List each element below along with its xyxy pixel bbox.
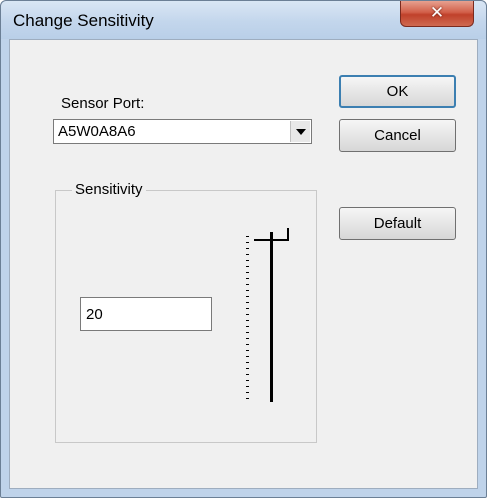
- sensor-port-label: Sensor Port:: [61, 95, 145, 112]
- cancel-button[interactable]: Cancel: [339, 119, 456, 152]
- slider-ticks: [246, 236, 249, 400]
- chevron-down-icon: [295, 128, 306, 135]
- slider-thumb[interactable]: [254, 228, 289, 241]
- sensor-port-dropdown[interactable]: A5W0A8A6: [53, 119, 312, 144]
- close-icon: ✕: [429, 3, 445, 23]
- close-button[interactable]: ✕: [400, 1, 474, 27]
- title-bar[interactable]: Change Sensitivity ✕: [1, 1, 486, 39]
- sensitivity-group-label: Sensitivity: [72, 181, 146, 198]
- slider-track: [270, 232, 273, 402]
- default-button[interactable]: Default: [339, 207, 456, 240]
- change-sensitivity-dialog: Change Sensitivity ✕ Sensor Port: A5W0A8…: [0, 0, 487, 498]
- dropdown-arrow-button[interactable]: [290, 121, 310, 142]
- sensor-port-selected-value: A5W0A8A6: [58, 123, 136, 140]
- sensitivity-slider[interactable]: [244, 228, 294, 406]
- dialog-client-area: Sensor Port: A5W0A8A6 OK Cancel Default …: [9, 39, 478, 489]
- window-title: Change Sensitivity: [13, 11, 154, 30]
- sensitivity-value-input[interactable]: 20: [80, 297, 212, 331]
- ok-button[interactable]: OK: [339, 75, 456, 108]
- sensitivity-value-text: 20: [86, 306, 103, 323]
